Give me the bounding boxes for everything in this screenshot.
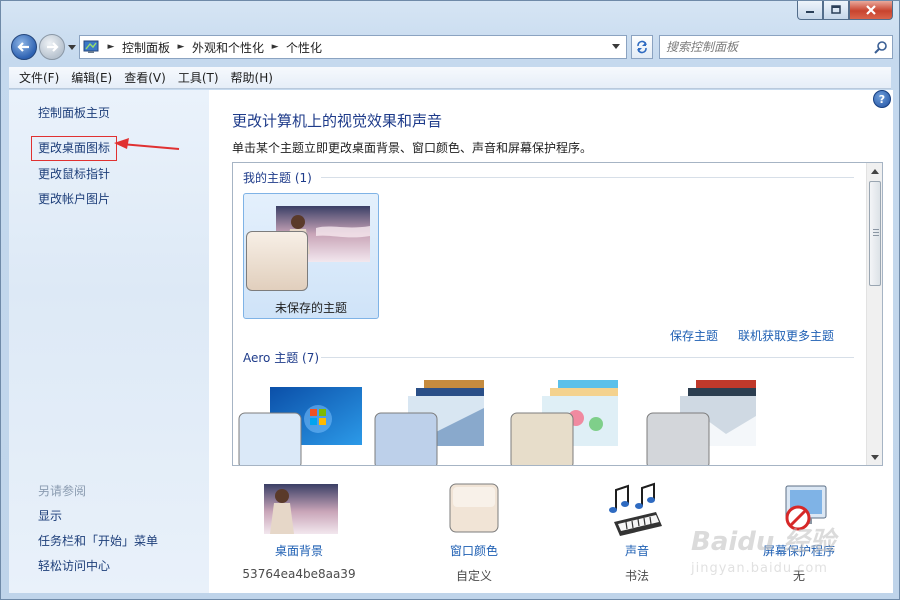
navigation-bar: ► 控制面板 ► 外观和个性化 ► 个性化 <box>9 31 893 63</box>
windows7-theme-thumbnail <box>238 387 362 465</box>
characters-theme-thumbnail <box>510 380 618 465</box>
sidebar-link-change-mouse-pointers[interactable]: 更改鼠标指针 <box>38 165 110 182</box>
setting-value: 书法 <box>624 569 649 583</box>
scroll-down-button[interactable] <box>867 449 882 465</box>
arrow-left-icon <box>17 42 29 52</box>
landscapes-theme-thumbnail <box>646 380 756 465</box>
group-divider <box>321 177 854 178</box>
baidu-watermark: Baidu 经验 jingyan.baidu.com <box>691 521 861 581</box>
group-heading-aero-themes: Aero 主题 (7) <box>243 351 320 365</box>
minimize-icon <box>806 11 814 13</box>
save-theme-link[interactable]: 保存主题 <box>670 327 718 344</box>
see-also-heading: 另请参阅 <box>38 484 87 498</box>
sidebar-link-display[interactable]: 显示 <box>38 507 62 524</box>
theme-thumbnail <box>246 206 370 291</box>
menu-tools[interactable]: 工具(T) <box>172 68 225 88</box>
sidebar-link-change-account-picture[interactable]: 更改帐户图片 <box>38 190 110 207</box>
recent-pages-dropdown[interactable] <box>67 43 77 53</box>
setting-value: 自定义 <box>455 569 492 583</box>
online-themes-link[interactable]: 联机获取更多主题 <box>738 327 834 344</box>
window-color-icon <box>433 482 515 536</box>
refresh-icon <box>637 40 647 54</box>
breadcrumb-separator-icon: ► <box>177 42 185 52</box>
search-box[interactable] <box>659 35 893 59</box>
breadcrumb-label: 外观和个性化 <box>192 40 265 55</box>
breadcrumb-item-personalization[interactable]: 个性化 <box>284 36 324 58</box>
help-icon[interactable]: ? <box>873 90 891 108</box>
address-dropdown[interactable] <box>608 38 624 56</box>
grip-line <box>873 229 879 230</box>
chevron-down-icon <box>68 45 76 50</box>
theme-item-windows7[interactable] <box>238 383 364 465</box>
menu-bar: 文件(F) 编辑(E) 查看(V) 工具(T) 帮助(H) <box>9 67 891 89</box>
watermark-brand: Baidu 经验 <box>691 527 836 557</box>
back-button[interactable] <box>11 34 37 60</box>
maximize-icon <box>831 5 841 14</box>
theme-item-landscapes[interactable] <box>646 378 776 465</box>
forward-button[interactable] <box>39 34 65 60</box>
window-color-swatch <box>246 231 308 291</box>
sidebar-link-taskbar[interactable]: 任务栏和「开始」菜单 <box>38 532 158 549</box>
maximize-button[interactable] <box>823 1 849 20</box>
sidebar-link-change-desktop-icons[interactable]: 更改桌面图标 <box>38 139 110 156</box>
close-button[interactable] <box>849 1 893 20</box>
theme-list-scrollbar[interactable] <box>866 163 882 465</box>
desktop-background-setting[interactable]: 桌面背景 53764ea4be8aa39 <box>239 482 359 581</box>
search-icon[interactable] <box>870 36 892 58</box>
theme-label: 未保存的主题 <box>274 301 347 315</box>
chevron-down-icon <box>871 454 879 460</box>
setting-label: 桌面背景 <box>274 544 323 558</box>
setting-value: 53764ea4be8aa39 <box>242 567 356 581</box>
menu-file[interactable]: 文件(F) <box>13 68 65 88</box>
close-icon <box>866 5 876 15</box>
caption-buttons <box>797 1 893 21</box>
breadcrumb-item-appearance[interactable]: 外观和个性化 <box>190 36 266 58</box>
breadcrumb-item-control-panel[interactable]: 控制面板 <box>120 36 172 58</box>
arrow-right-icon <box>47 42 59 52</box>
page-description: 单击某个主题立即更改桌面背景、窗口颜色、声音和屏幕保护程序。 <box>232 141 593 155</box>
breadcrumb-separator-icon: ► <box>271 42 279 52</box>
window-color-setting[interactable]: 窗口颜色 自定义 <box>414 482 534 584</box>
theme-list: 我的主题 (1) 未保存的主题 保存主题 联机获取更多主题 Aero 主题 (7… <box>232 162 883 466</box>
scroll-thumb[interactable] <box>869 181 881 286</box>
menu-edit[interactable]: 编辑(E) <box>65 68 118 88</box>
setting-label: 声音 <box>624 544 649 558</box>
sidebar-link-ease-of-access[interactable]: 轻松访问中心 <box>38 557 110 574</box>
theme-item-unsaved[interactable]: 未保存的主题 <box>243 193 379 319</box>
grip-line <box>873 232 879 233</box>
sounds-setting[interactable]: 声音 书法 <box>577 482 697 584</box>
address-bar[interactable]: ► 控制面板 ► 外观和个性化 ► 个性化 <box>79 35 627 59</box>
sidebar: 控制面板主页 更改桌面图标 更改鼠标指针 更改帐户图片 另请参阅 显示 任务栏和… <box>9 90 209 593</box>
control-panel-icon <box>80 36 102 58</box>
menu-view[interactable]: 查看(V) <box>118 68 172 88</box>
sidebar-link-home[interactable]: 控制面板主页 <box>38 104 110 121</box>
architecture-theme-thumbnail <box>374 380 484 465</box>
scroll-up-button[interactable] <box>867 163 882 179</box>
breadcrumb-label: 个性化 <box>286 40 323 55</box>
page-title: 更改计算机上的视觉效果和声音 <box>232 112 443 130</box>
breadcrumb-label: 控制面板 <box>122 40 171 55</box>
chevron-down-icon <box>612 44 620 49</box>
music-notes-icon <box>596 482 678 536</box>
theme-item-characters[interactable] <box>510 378 640 465</box>
menu-help[interactable]: 帮助(H) <box>225 68 279 88</box>
search-input[interactable] <box>660 37 870 57</box>
minimize-button[interactable] <box>797 1 823 20</box>
watermark-url: jingyan.baidu.com <box>691 561 828 576</box>
breadcrumb-separator-icon: ► <box>107 42 115 52</box>
group-heading-my-themes: 我的主题 (1) <box>243 171 312 185</box>
main-content: ? 更改计算机上的视觉效果和声音 单击某个主题立即更改桌面背景、窗口颜色、声音和… <box>209 90 893 593</box>
grip-line <box>873 235 879 236</box>
window-frame: ► 控制面板 ► 外观和个性化 ► 个性化 文件(F) 编辑(E) 查看(V) … <box>0 0 900 600</box>
chevron-up-icon <box>871 168 879 174</box>
desktop-background-icon <box>258 482 340 536</box>
group-divider <box>321 357 854 358</box>
theme-item-architecture[interactable] <box>374 378 504 465</box>
refresh-button[interactable] <box>631 35 653 59</box>
setting-label: 窗口颜色 <box>449 544 498 558</box>
